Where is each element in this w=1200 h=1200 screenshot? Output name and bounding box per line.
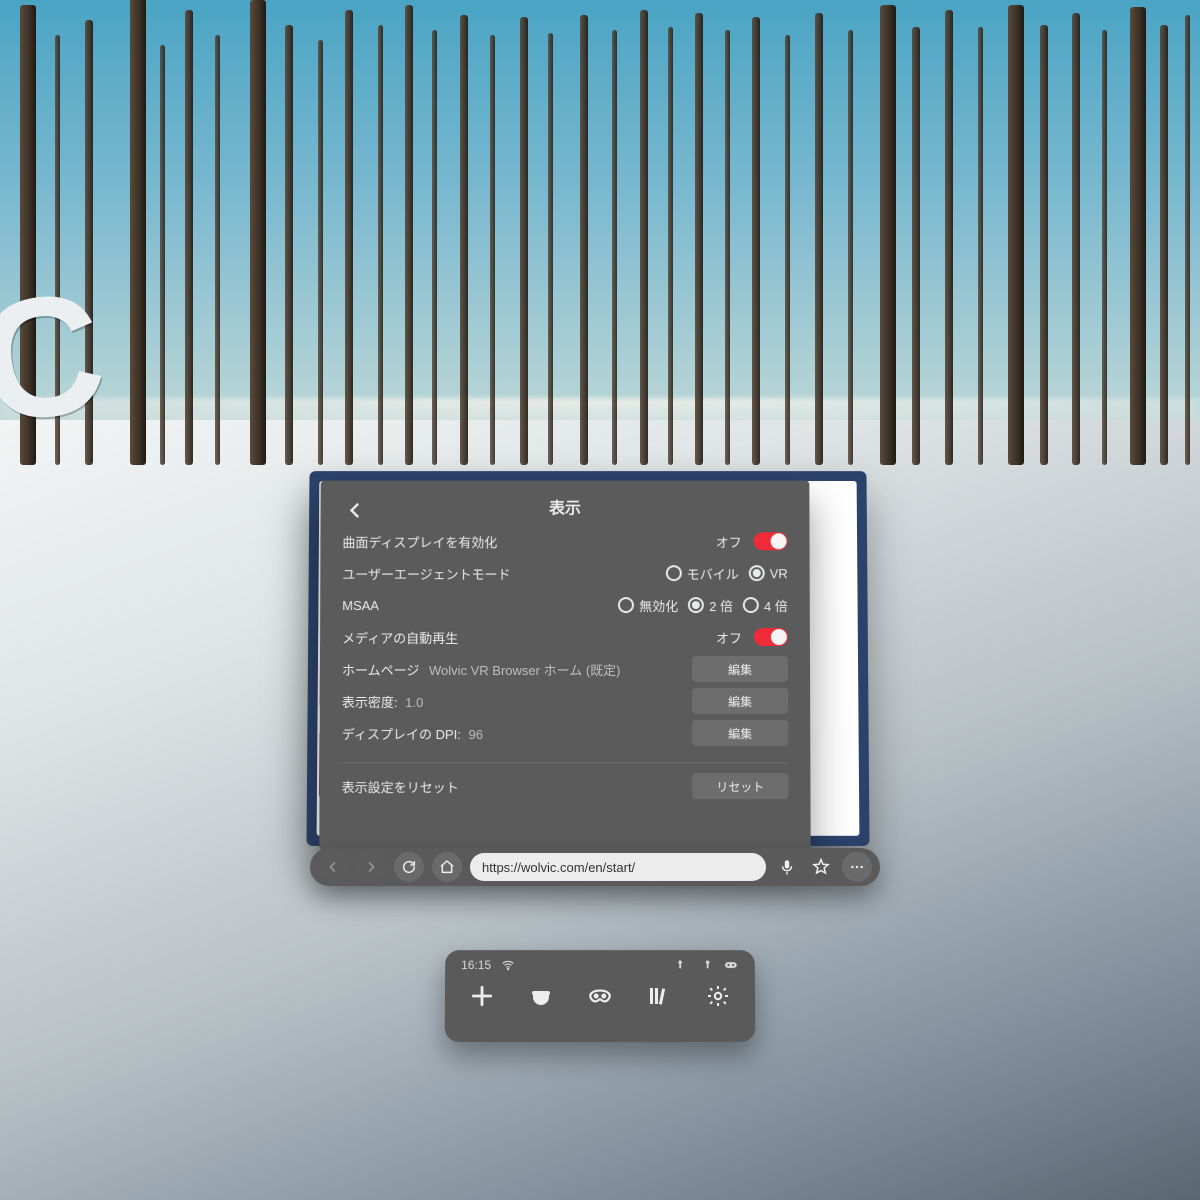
radio-ua-vr[interactable]: VR [749,565,788,581]
voice-search-button[interactable] [774,854,800,880]
row-display-density: 表示密度: 1.0 編集 [342,686,788,716]
edit-density-button[interactable]: 編集 [692,688,788,714]
nav-back-button [318,852,348,882]
edit-homepage-button[interactable]: 編集 [692,656,788,682]
value-display-dpi: 96 [469,727,484,742]
radio-msaa-4x[interactable]: 4 倍 [743,596,788,615]
headset-icon [723,958,739,972]
radio-msaa-off[interactable]: 無効化 [618,596,678,615]
label-display-dpi: ディスプレイの DPI: 96 [342,724,483,743]
label-display-density: 表示密度: 1.0 [342,692,423,711]
radio-ua-mobile[interactable]: モバイル [666,564,739,583]
system-tray: 16:15 [445,950,756,1042]
toggle-state-text: オフ [716,628,742,647]
wifi-icon [501,958,515,972]
library-button[interactable] [639,976,679,1016]
label-autoplay: メディアの自動再生 [342,628,458,647]
nav-forward-button [356,852,386,882]
label-reset: 表示設定をリセット [342,777,459,796]
private-mode-button[interactable] [580,976,620,1016]
radio-msaa-2x[interactable]: 2 倍 [688,596,733,615]
label-curved-display: 曲面ディスプレイを有効化 [342,532,497,551]
value-display-density: 1.0 [405,695,423,710]
row-display-dpi: ディスプレイの DPI: 96 編集 [342,718,789,748]
reload-button[interactable] [394,852,424,882]
url-field[interactable]: https://wolvic.com/en/start/ [470,853,766,881]
home-button[interactable] [432,852,462,882]
status-time: 16:15 [461,958,491,972]
controller-right-icon [699,958,713,972]
url-text: https://wolvic.com/en/start/ [482,860,635,875]
controller-left-icon [675,958,689,972]
reset-button[interactable]: リセット [692,773,788,799]
back-button[interactable] [342,498,366,522]
settings-tray-button[interactable] [698,976,738,1016]
row-msaa: MSAA 無効化 2 倍 4 倍 [342,590,788,620]
bookmark-button[interactable] [808,854,834,880]
home-tray-button[interactable] [521,976,561,1016]
edit-dpi-button[interactable]: 編集 [692,720,788,746]
toggle-autoplay[interactable] [754,628,788,646]
label-user-agent-mode: ユーザーエージェントモード [342,564,510,583]
toggle-state-text: オフ [716,532,742,551]
value-homepage: Wolvic VR Browser ホーム (既定) [429,663,621,678]
row-autoplay: メディアの自動再生 オフ [342,622,788,652]
divider [342,762,789,763]
label-homepage: ホームページ Wolvic VR Browser ホーム (既定) [342,660,621,679]
label-msaa: MSAA [342,598,379,613]
row-reset: 表示設定をリセット リセット [342,771,789,801]
row-homepage: ホームページ Wolvic VR Browser ホーム (既定) 編集 [342,654,788,684]
row-curved-display: 曲面ディスプレイを有効化 オフ [342,526,787,556]
more-menu-button[interactable] [842,852,872,882]
row-user-agent-mode: ユーザーエージェントモード モバイル VR [342,558,787,588]
settings-title: 表示 [342,494,787,524]
toggle-curved-display[interactable] [754,532,788,550]
settings-panel: 表示 曲面ディスプレイを有効化 オフ ユーザーエージェントモード モバイル VR… [319,481,810,851]
new-window-button[interactable] [462,976,502,1016]
browser-navbar: https://wolvic.com/en/start/ [310,848,880,886]
